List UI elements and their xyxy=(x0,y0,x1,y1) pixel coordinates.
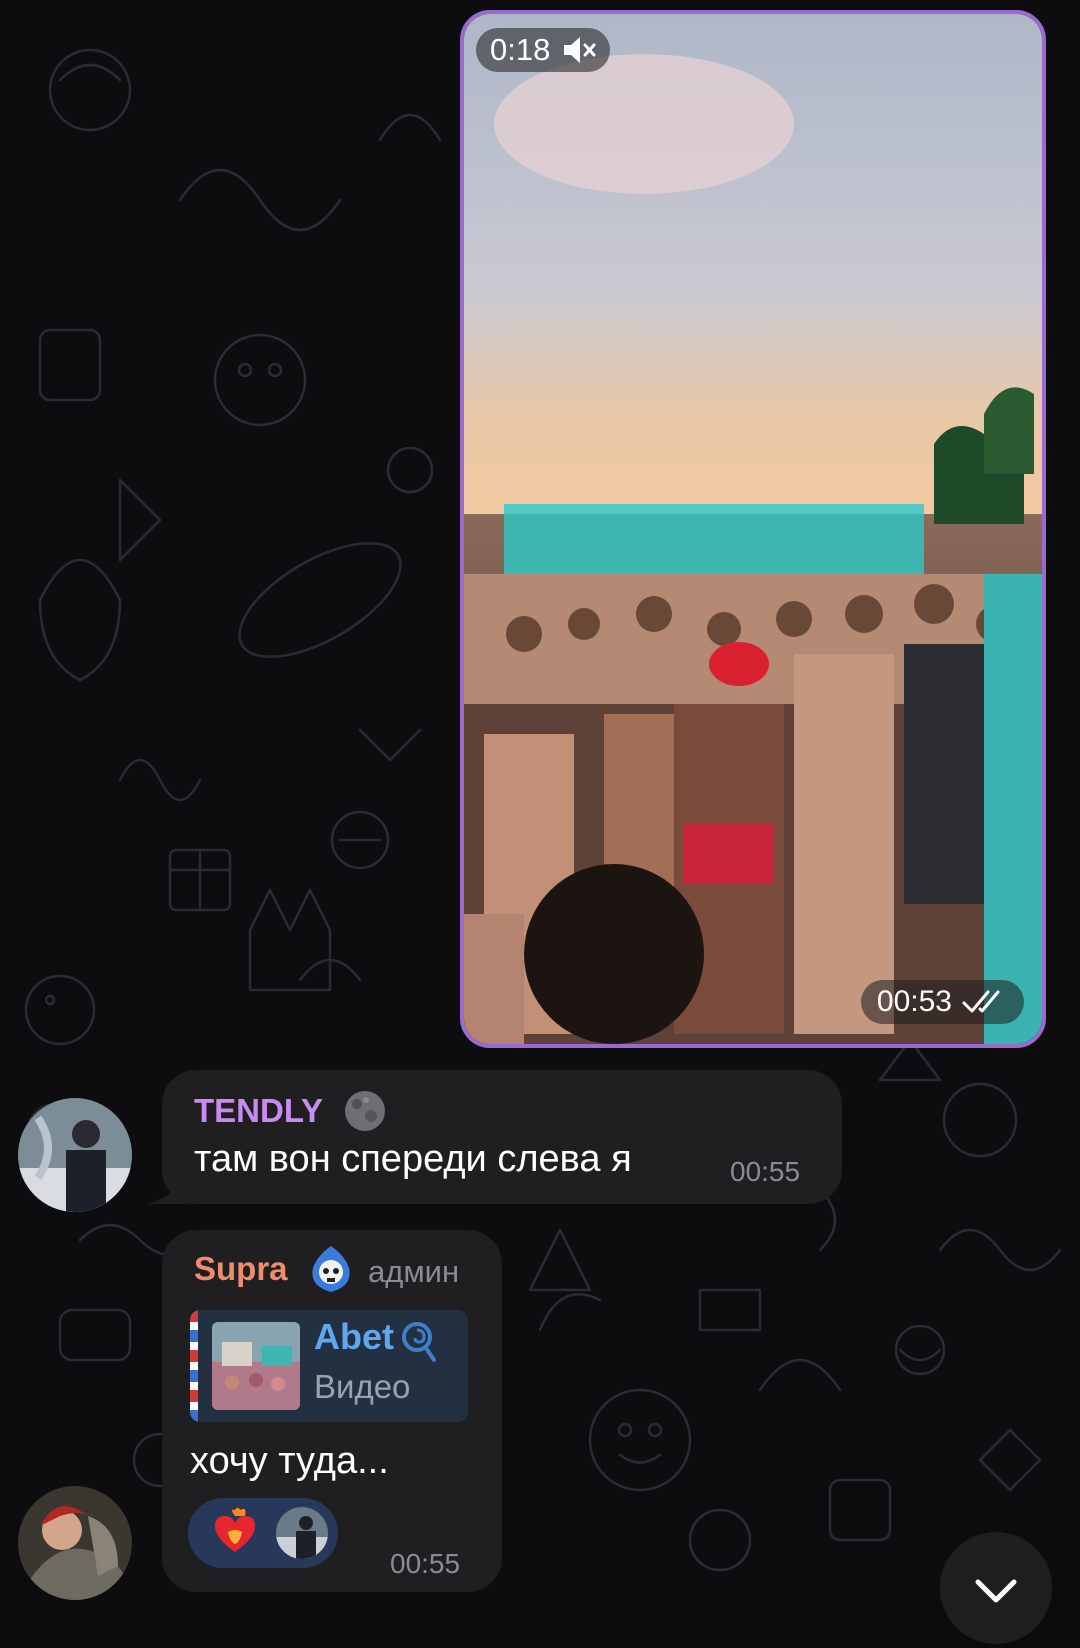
sender-name[interactable]: Supra xyxy=(194,1250,288,1288)
skull-emoji-icon xyxy=(312,1246,350,1292)
heart-on-fire-emoji[interactable] xyxy=(210,1508,260,1558)
video-duration: 0:18 xyxy=(490,32,551,67)
role-badge: админ xyxy=(368,1254,460,1289)
sender-name[interactable]: TENDLY xyxy=(194,1092,323,1130)
reactions-bar[interactable] xyxy=(188,1498,338,1568)
message-text: хочу туда... xyxy=(190,1440,389,1482)
message-text: там вон спереди слева я xyxy=(194,1138,632,1180)
avatar-tendly[interactable] xyxy=(18,1098,132,1212)
reply-stripe xyxy=(190,1310,198,1422)
moon-emoji-icon xyxy=(345,1091,385,1131)
speaker-muted-icon[interactable] xyxy=(562,35,596,65)
video-time: 00:53 xyxy=(876,985,952,1018)
video-thumbnail[interactable] xyxy=(464,14,1042,1044)
message-bubble-tendly[interactable]: TENDLY там вон спереди слева я 00:55 xyxy=(162,1070,842,1204)
reply-subtitle: Видео xyxy=(314,1368,411,1405)
double-check-icon xyxy=(962,990,1000,1013)
user-avatar[interactable] xyxy=(276,1507,328,1559)
avatar-supra[interactable] xyxy=(18,1486,132,1600)
video-duration-badge: 0:18 xyxy=(476,28,611,72)
video-timestamp-badge: 00:53 xyxy=(860,980,1024,1024)
message-bubble-supra[interactable]: Supra админ Abet Видео хочу туда... 00:5… xyxy=(162,1230,502,1592)
reply-video-thumbnail xyxy=(212,1322,300,1410)
reply-preview[interactable]: Abet Видео xyxy=(190,1310,468,1422)
lollipop-emoji-icon xyxy=(402,1322,436,1362)
chevron-down-icon xyxy=(975,1579,1017,1603)
video-message[interactable]: 0:18 00:53 xyxy=(460,10,1046,1048)
message-time: 00:55 xyxy=(390,1548,461,1579)
message-time: 00:55 xyxy=(730,1156,801,1187)
scroll-down-button[interactable] xyxy=(940,1532,1052,1644)
reply-sender-name: Abet xyxy=(314,1316,394,1357)
